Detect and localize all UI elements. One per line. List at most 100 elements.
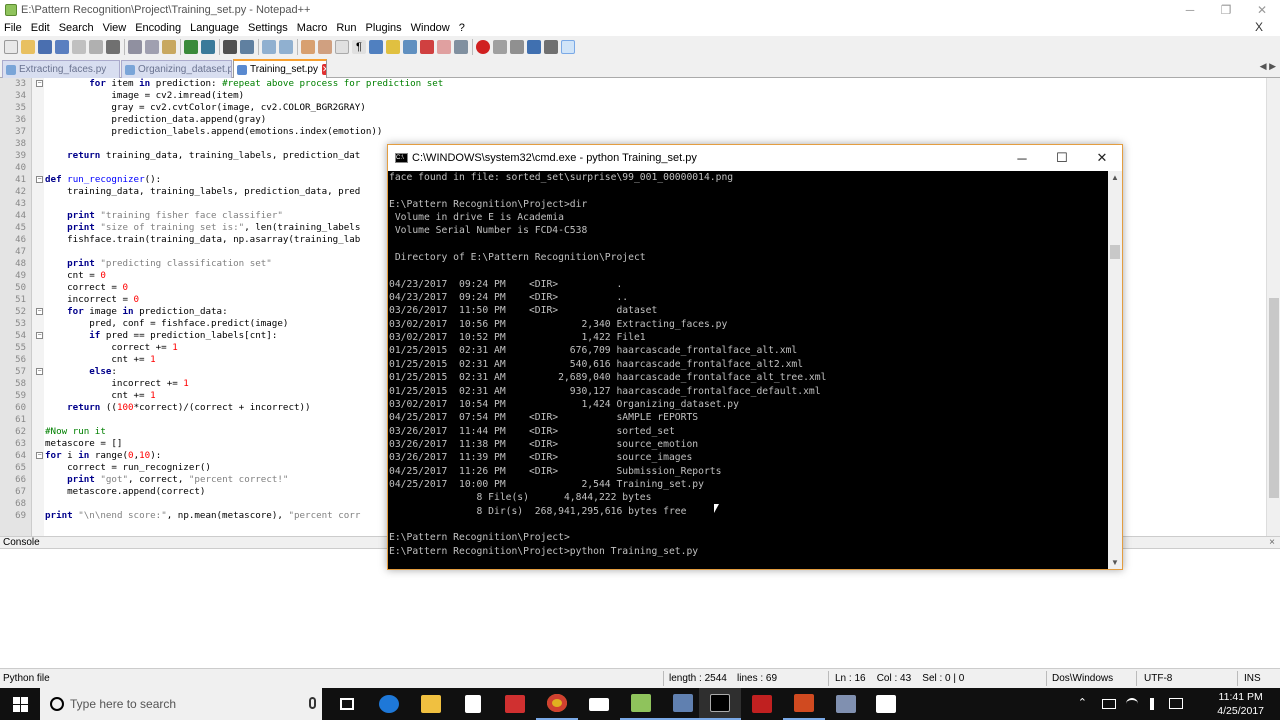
code-line[interactable]: print "training fisher face classifier" [45, 210, 283, 222]
paste-icon[interactable] [162, 40, 176, 54]
battery-icon[interactable] [1102, 699, 1116, 709]
console-close-button[interactable]: × [1269, 537, 1275, 549]
code-line[interactable]: print "predicting classification set" [45, 258, 272, 270]
tab-extracting-faces[interactable]: Extracting_faces.py [2, 60, 120, 78]
taskbar-notepadpp[interactable] [620, 688, 662, 720]
taskbar-edge[interactable] [368, 688, 410, 720]
run-macro-multiple-icon[interactable] [527, 40, 541, 54]
taskbar-powerpoint[interactable] [783, 688, 825, 720]
code-line[interactable]: return ((100*correct)/(correct + incorre… [45, 402, 310, 414]
sync-horizontal-icon[interactable] [318, 40, 332, 54]
cmd-vertical-scrollbar[interactable]: ▲ ▼ [1108, 171, 1122, 569]
status-encoding[interactable]: UTF-8 [1144, 673, 1172, 684]
menu-file[interactable]: File [4, 22, 22, 34]
show-all-chars-icon[interactable]: ¶ [352, 40, 366, 54]
taskbar-file-explorer[interactable] [410, 688, 452, 720]
code-line[interactable]: incorrect += 1 [45, 378, 188, 390]
taskbar-app[interactable] [662, 688, 704, 720]
zoom-in-icon[interactable] [262, 40, 276, 54]
save-all-icon[interactable] [55, 40, 69, 54]
code-line[interactable]: prediction_data.append(gray) [45, 114, 266, 126]
folder-workspace-icon[interactable] [437, 40, 451, 54]
zoom-out-icon[interactable] [279, 40, 293, 54]
replace-icon[interactable] [240, 40, 254, 54]
indent-guide-icon[interactable] [369, 40, 383, 54]
run-icon[interactable] [561, 40, 575, 54]
scrollbar-thumb[interactable] [1269, 298, 1279, 498]
code-line[interactable]: print "\n\nend score:", np.mean(metascor… [45, 510, 360, 522]
new-file-icon[interactable] [4, 40, 18, 54]
code-line[interactable]: training_data, training_labels, predicti… [45, 186, 360, 198]
code-line[interactable]: cnt = 0 [45, 270, 106, 282]
fold-toggle-icon[interactable]: − [36, 176, 43, 183]
menu-help[interactable]: ? [459, 22, 465, 34]
taskbar-cmd[interactable] [699, 688, 741, 720]
tab-scroll-arrows-icon[interactable]: ◀ ▶ [1260, 61, 1276, 72]
record-macro-icon[interactable] [476, 40, 490, 54]
taskbar-movie-maker[interactable] [865, 688, 907, 720]
menu-language[interactable]: Language [190, 22, 239, 34]
menu-search[interactable]: Search [59, 22, 94, 34]
print-icon[interactable] [106, 40, 120, 54]
minimize-button[interactable]: ─ [1172, 0, 1208, 20]
code-line[interactable]: cnt += 1 [45, 390, 155, 402]
code-line[interactable]: incorrect = 0 [45, 294, 139, 306]
code-line[interactable]: for image in prediction_data: [45, 306, 227, 318]
volume-icon[interactable] [1150, 698, 1160, 710]
taskbar-mail[interactable] [578, 688, 620, 720]
wifi-icon[interactable] [1126, 698, 1138, 710]
taskbar-gift[interactable] [494, 688, 536, 720]
code-line[interactable]: #Now run it [45, 426, 106, 438]
word-wrap-icon[interactable] [335, 40, 349, 54]
taskbar-chrome[interactable] [536, 688, 578, 720]
find-icon[interactable] [223, 40, 237, 54]
menu-edit[interactable]: Edit [31, 22, 50, 34]
copy-icon[interactable] [145, 40, 159, 54]
code-line[interactable]: correct = run_recognizer() [45, 462, 211, 474]
cmd-title-bar[interactable]: C:\ C:\WINDOWS\system32\cmd.exe - python… [388, 145, 1122, 171]
menu-view[interactable]: View [103, 22, 127, 34]
menu-macro[interactable]: Macro [297, 22, 328, 34]
stop-macro-icon[interactable] [493, 40, 507, 54]
task-view-button[interactable] [326, 688, 368, 720]
code-line[interactable]: correct = 0 [45, 282, 128, 294]
maximize-button[interactable]: ❐ [1208, 0, 1244, 20]
save-macro-icon[interactable] [544, 40, 558, 54]
keyboard-icon[interactable] [1169, 698, 1183, 709]
code-line[interactable]: return training_data, training_labels, p… [45, 150, 360, 162]
fold-toggle-icon[interactable]: − [36, 332, 43, 339]
fold-toggle-icon[interactable]: − [36, 308, 43, 315]
taskbar-app-2[interactable] [825, 688, 867, 720]
code-line[interactable]: fishface.train(training_data, np.asarray… [45, 234, 360, 246]
scrollbar-thumb[interactable] [1110, 245, 1120, 259]
cmd-window[interactable]: C:\ C:\WINDOWS\system32\cmd.exe - python… [387, 144, 1123, 570]
undo-icon[interactable] [184, 40, 198, 54]
redo-icon[interactable] [201, 40, 215, 54]
cut-icon[interactable] [128, 40, 142, 54]
tab-close-icon[interactable]: ✕ [322, 64, 326, 75]
code-line[interactable]: else: [45, 366, 117, 378]
code-line[interactable]: print "got", correct, "percent correct!" [45, 474, 288, 486]
start-button[interactable] [0, 688, 40, 720]
sync-vertical-icon[interactable] [301, 40, 315, 54]
code-line[interactable]: for item in prediction: #repeat above pr… [45, 78, 443, 90]
function-list-icon[interactable] [420, 40, 434, 54]
scroll-down-icon[interactable]: ▼ [1111, 558, 1119, 567]
code-line[interactable]: if pred == prediction_labels[cnt]: [45, 330, 277, 342]
code-line[interactable]: def run_recognizer(): [45, 174, 161, 186]
cmd-minimize-button[interactable]: ─ [1002, 145, 1042, 171]
taskbar-search-box[interactable]: Type here to search [40, 688, 322, 720]
code-line[interactable]: print "size of training set is:", len(tr… [45, 222, 360, 234]
tab-organizing-dataset[interactable]: Organizing_dataset.py [121, 60, 232, 78]
menu-window[interactable]: Window [411, 22, 450, 34]
user-language-icon[interactable] [386, 40, 400, 54]
menu-run[interactable]: Run [336, 22, 356, 34]
play-macro-icon[interactable] [510, 40, 524, 54]
show-hidden-icons[interactable]: ⌃ [1078, 696, 1087, 709]
menu-settings[interactable]: Settings [248, 22, 288, 34]
cmd-close-button[interactable]: ✕ [1082, 145, 1122, 171]
menu-encoding[interactable]: Encoding [135, 22, 181, 34]
editor-vertical-scrollbar[interactable] [1266, 78, 1280, 536]
code-line[interactable]: metascore.append(correct) [45, 486, 205, 498]
close-file-icon[interactable] [72, 40, 86, 54]
